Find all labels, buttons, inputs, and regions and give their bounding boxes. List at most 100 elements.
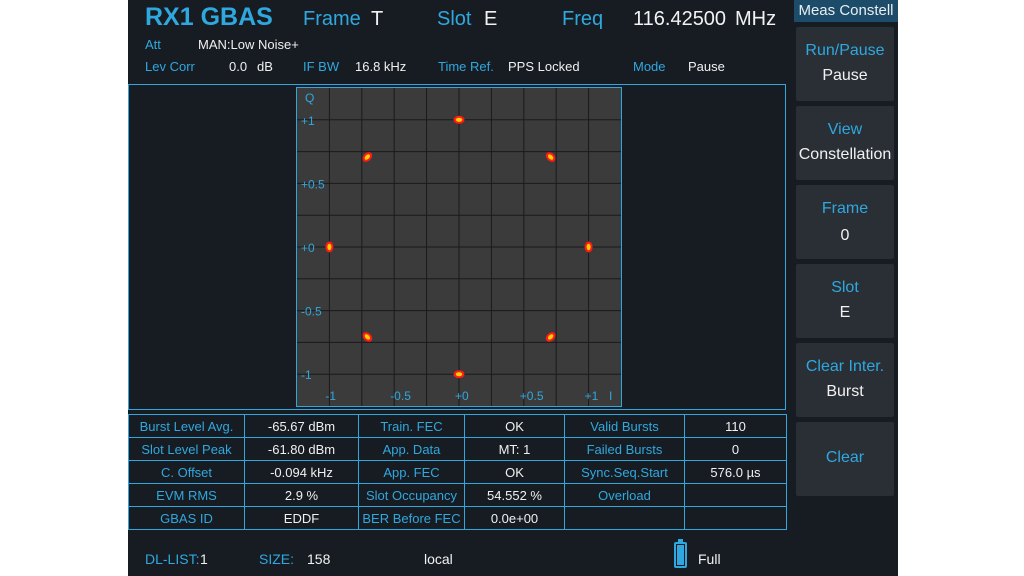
freq-value[interactable]: 116.42500 <box>633 8 726 31</box>
softkey-slot[interactable]: Slot E <box>796 264 894 338</box>
lev-corr-label: Lev Corr <box>145 59 195 74</box>
table-value-cell: 54.552 % <box>464 483 565 507</box>
y-tick-label: -0.5 <box>301 305 322 319</box>
table-row: Slot Level Peak -61.80 dBm App. Data MT: 1F… <box>128 437 787 461</box>
table-label-cell: BER Before FEC <box>358 506 465 530</box>
x-tick-label: +0 <box>455 389 469 403</box>
table-value-cell: 576.0 µs <box>684 460 787 484</box>
softkey-value: E <box>839 304 851 321</box>
softkey-panel: Meas Constell Run/Pause Pause View Const… <box>794 0 898 576</box>
time-ref-value: PPS Locked <box>508 59 580 74</box>
x-tick-label: -0.5 <box>390 389 411 403</box>
table-row: Burst Level Avg. -65.67 dBm Train. FEC OK Va… <box>128 414 787 438</box>
softkey-label: Run/Pause <box>805 42 885 59</box>
frame-label: Frame <box>303 8 361 30</box>
table-value-cell: MT: 1 <box>464 437 565 461</box>
table-label-cell: Burst Level Avg. <box>128 414 245 438</box>
softkey-label: View <box>827 121 863 138</box>
q-axis-label: Q <box>305 91 314 105</box>
att-value[interactable]: MAN:Low Noise+ <box>198 37 299 52</box>
table-label-cell: Overload <box>564 483 685 507</box>
table-label-cell: App. Data <box>358 437 465 461</box>
constellation-point <box>325 241 334 253</box>
table-value-cell: OK <box>464 460 565 484</box>
constellation-point <box>545 332 556 342</box>
constellation-point <box>453 370 465 379</box>
mode-label: Mode <box>633 59 666 74</box>
table-value-cell: 0 <box>684 437 787 461</box>
constellation-svg: +1 +0.5 +0 -0.5 -1 -1 -0.5 +0 +0.5 +1 Q I <box>297 88 621 406</box>
x-tick-label: +0.5 <box>520 389 544 403</box>
softkey-value: 0 <box>840 227 850 244</box>
table-row: GBAS ID EDDF BER Before FEC 0.0e+00 <box>128 506 787 530</box>
if-bw-value[interactable]: 16.8 kHz <box>355 59 406 74</box>
table-value-cell: -0.094 kHz <box>244 460 359 484</box>
lev-corr-value[interactable]: 0.0 <box>229 59 247 74</box>
app-title: RX1 GBAS <box>145 3 273 31</box>
y-tick-label: +1 <box>301 114 315 128</box>
table-value-cell: 2.9 % <box>244 483 359 507</box>
battery-icon <box>674 539 687 568</box>
table-row: EVM RMS 2.9 % Slot Occupancy 54.552 % Overlo… <box>128 483 787 507</box>
dl-list-value: 1 <box>200 551 208 567</box>
table-value-cell: 0.0e+00 <box>464 506 565 530</box>
constellation-panel: +1 +0.5 +0 -0.5 -1 -1 -0.5 +0 +0.5 +1 Q I <box>128 84 786 410</box>
table-label-cell: GBAS ID <box>128 506 245 530</box>
table-value-cell: EDDF <box>244 506 359 530</box>
x-tick-label: -1 <box>325 389 336 403</box>
menu-title: Meas Constell <box>794 0 898 22</box>
softkey-value: Constellation <box>798 146 892 163</box>
constellation-plot: +1 +0.5 +0 -0.5 -1 -1 -0.5 +0 +0.5 +1 Q I <box>296 87 622 407</box>
constellation-point <box>584 241 593 253</box>
frame-value[interactable]: T <box>371 8 383 31</box>
mode-value: Pause <box>688 59 725 74</box>
table-label-cell: Valid Bursts <box>564 414 685 438</box>
table-label-cell: Sync.Seq.Start <box>564 460 685 484</box>
softkey-run-pause[interactable]: Run/Pause Pause <box>796 27 894 101</box>
softkey-clear[interactable]: Clear <box>796 422 894 496</box>
table-value-cell: -61.80 dBm <box>244 437 359 461</box>
constellation-point <box>362 332 373 342</box>
battery-status: Full <box>698 551 721 567</box>
table-label-cell: EVM RMS <box>128 483 245 507</box>
y-tick-label: -1 <box>301 368 312 382</box>
table-value-cell <box>684 506 787 530</box>
constellation-point <box>453 115 465 124</box>
slot-value[interactable]: E <box>484 8 497 31</box>
x-tick-label: +1 <box>585 389 599 403</box>
freq-label: Freq <box>562 8 604 30</box>
softkey-label: Frame <box>821 200 869 217</box>
table-value-cell <box>684 483 787 507</box>
table-row: C. Offset -0.094 kHz App. FEC OK Sync.Seq.St… <box>128 460 787 484</box>
softkey-clear-inter[interactable]: Clear Inter. Burst <box>796 343 894 417</box>
constellation-point <box>362 152 373 162</box>
y-tick-label: +0.5 <box>301 177 325 191</box>
location-label: local <box>424 551 453 567</box>
size-label: SIZE: <box>259 551 295 567</box>
table-label-cell: Slot Occupancy <box>358 483 465 507</box>
results-table: Burst Level Avg. -65.67 dBm Train. FEC OK Va… <box>128 414 787 530</box>
softkey-label: Clear <box>825 449 865 466</box>
slot-label: Slot <box>437 8 472 30</box>
size-value: 158 <box>307 551 331 567</box>
softkey-frame[interactable]: Frame 0 <box>796 185 894 259</box>
table-label-cell: Slot Level Peak <box>128 437 245 461</box>
i-axis-label: I <box>609 389 612 403</box>
table-label-cell: Failed Bursts <box>564 437 685 461</box>
softkey-value: Pause <box>822 67 868 84</box>
constellation-point <box>545 152 556 162</box>
softkey-value: Burst <box>826 383 864 400</box>
table-label-cell: Train. FEC <box>358 414 465 438</box>
softkey-view[interactable]: View Constellation <box>796 106 894 180</box>
table-value-cell: -65.67 dBm <box>244 414 359 438</box>
if-bw-label: IF BW <box>303 59 340 74</box>
dl-list-label: DL-LIST: <box>145 551 200 567</box>
instrument-screen: RX1 GBAS Frame T Slot E Freq 116.42500 M… <box>128 0 896 576</box>
y-tick-label: +0 <box>301 241 315 255</box>
softkey-label: Slot <box>831 279 859 296</box>
att-label: Att <box>145 37 161 52</box>
lev-corr-unit: dB <box>257 59 273 74</box>
table-value-cell: OK <box>464 414 565 438</box>
time-ref-label: Time Ref. <box>438 59 494 74</box>
table-value-cell: 110 <box>684 414 787 438</box>
